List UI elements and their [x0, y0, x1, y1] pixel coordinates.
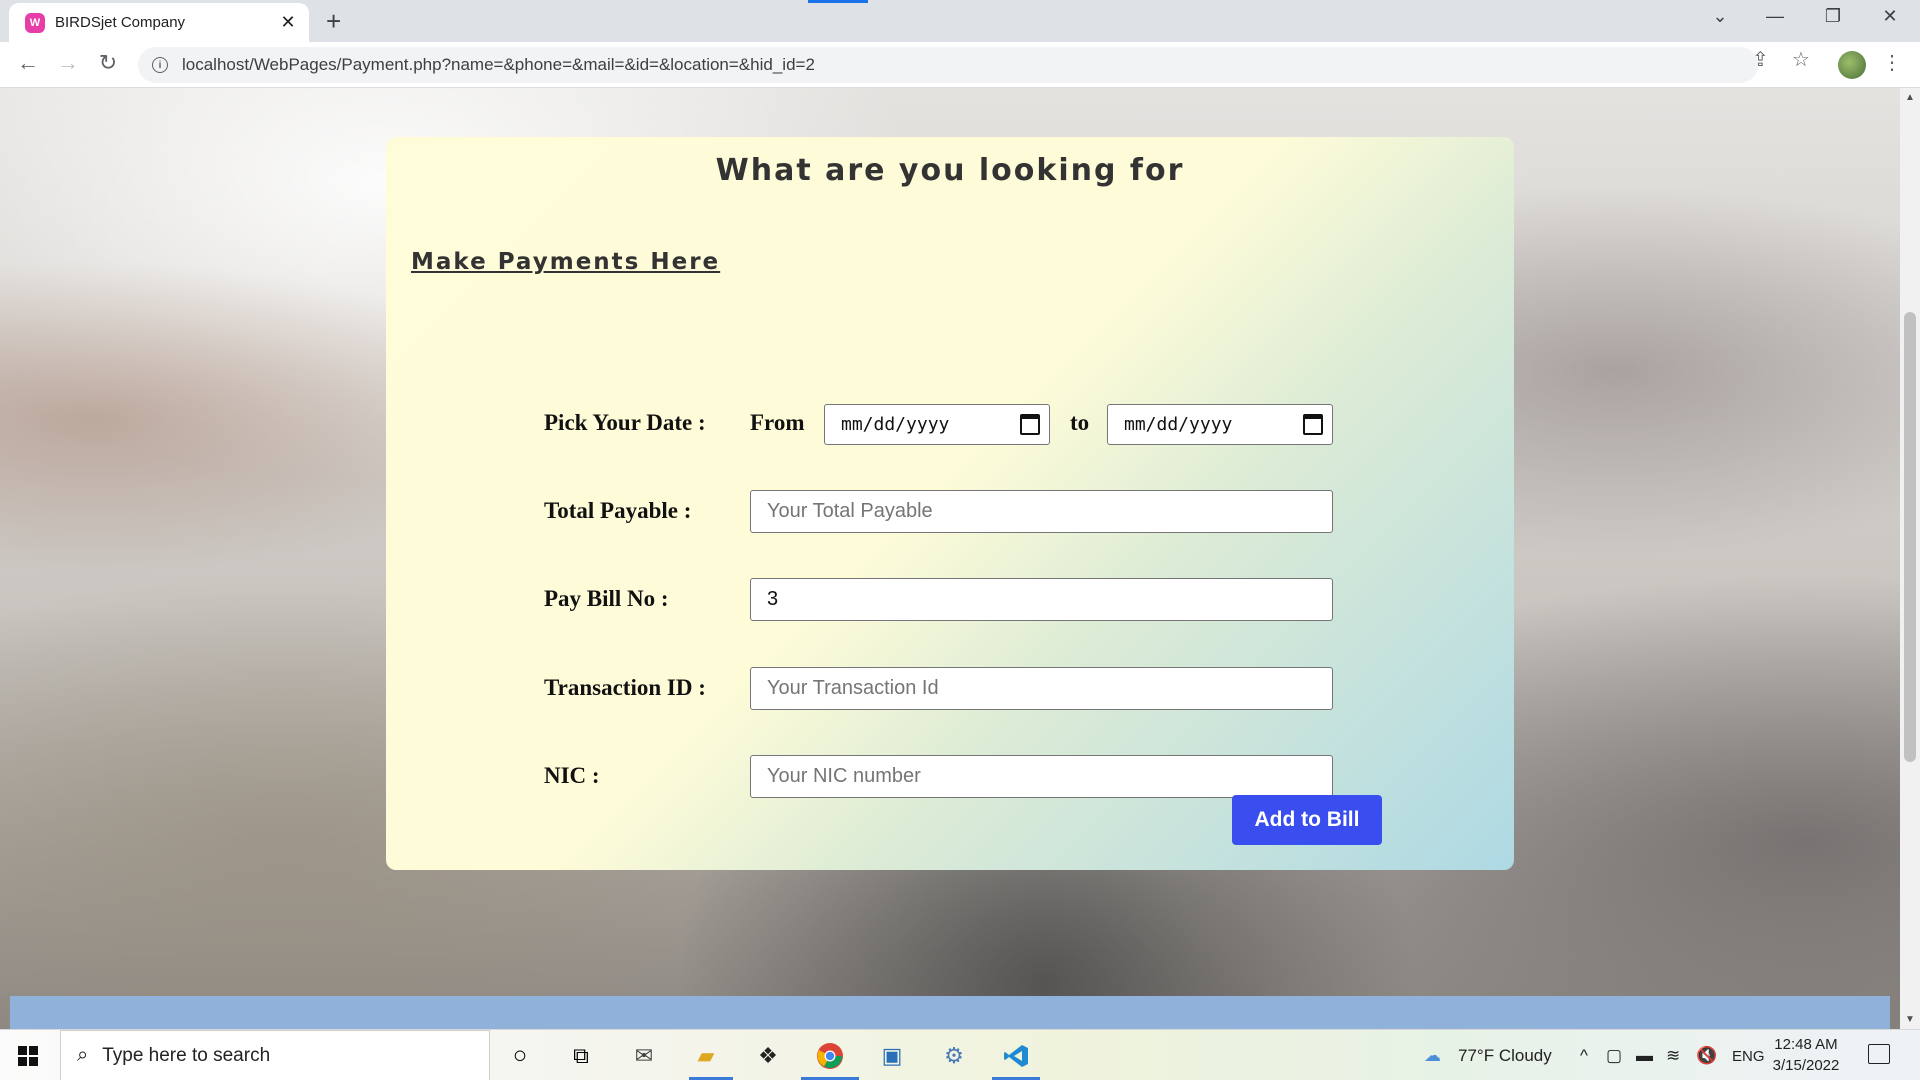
- profile-avatar[interactable]: [1838, 51, 1866, 79]
- pay-bill-label: Pay Bill No :: [544, 586, 669, 611]
- from-label: From: [750, 410, 805, 435]
- weather-text[interactable]: 77°F Cloudy: [1458, 1046, 1552, 1066]
- calendar-icon[interactable]: [1020, 414, 1040, 435]
- volume-muted-icon[interactable]: 🔇: [1696, 1046, 1717, 1066]
- share-icon[interactable]: ⇪: [1752, 47, 1769, 72]
- taskbar-search-placeholder: Type here to search: [102, 1044, 271, 1066]
- transaction-id-label: Transaction ID :: [544, 675, 706, 700]
- forward-arrow-icon[interactable]: →: [52, 50, 84, 76]
- chrome-icon[interactable]: [813, 1040, 847, 1072]
- scroll-thumb[interactable]: [1904, 312, 1916, 762]
- taskbar-search-box[interactable]: ⌕ Type here to search: [60, 1030, 490, 1080]
- browser-tab[interactable]: W BIRDSjet Company ✕: [9, 3, 309, 42]
- calendar-icon[interactable]: [1303, 414, 1323, 435]
- show-hidden-icons-chevron-icon[interactable]: ^: [1580, 1046, 1588, 1066]
- browser-menu-icon[interactable]: ⋮: [1882, 50, 1902, 75]
- windows-start-icon[interactable]: [18, 1046, 38, 1066]
- tab-title: BIRDSjet Company: [55, 14, 186, 31]
- tab-close-icon[interactable]: ✕: [277, 12, 299, 33]
- site-favicon-icon: W: [25, 12, 45, 33]
- taskbar-clock[interactable]: 12:48 AM 3/15/2022: [1766, 1034, 1846, 1076]
- footer-band: [10, 996, 1890, 1029]
- total-payable-placeholder: Your Total Payable: [767, 500, 933, 522]
- date-from-input[interactable]: mm/dd/yyyy: [824, 404, 1050, 445]
- date-to-input[interactable]: mm/dd/yyyy: [1107, 404, 1333, 445]
- clock-date: 3/15/2022: [1772, 1057, 1840, 1074]
- notification-center-icon[interactable]: [1868, 1044, 1890, 1064]
- bookmark-star-icon[interactable]: ☆: [1792, 47, 1810, 72]
- device-icon[interactable]: ▢: [1606, 1046, 1622, 1066]
- page-viewport: What are you looking for Make Payments H…: [0, 88, 1900, 1029]
- weather-cloud-icon[interactable]: ☁: [1424, 1046, 1441, 1066]
- scroll-up-arrow-icon[interactable]: ▲: [1905, 92, 1915, 103]
- minimize-button[interactable]: —: [1755, 6, 1795, 27]
- browser-toolbar: ← → ↻ i localhost/WebPages/Payment.php?n…: [0, 42, 1920, 88]
- loading-indicator: [808, 0, 868, 3]
- task-view-icon[interactable]: ⧉: [564, 1040, 598, 1072]
- nic-placeholder: Your NIC number: [767, 765, 921, 787]
- cortana-icon[interactable]: ○: [503, 1040, 537, 1072]
- clock-time: 12:48 AM: [1774, 1036, 1838, 1053]
- section-title: Make Payments Here: [411, 249, 721, 275]
- vscode-icon[interactable]: [999, 1040, 1033, 1072]
- settings-gear-icon[interactable]: ⚙: [937, 1040, 971, 1072]
- total-payable-input[interactable]: Your Total Payable: [750, 490, 1333, 533]
- restore-button[interactable]: ❐: [1813, 6, 1853, 27]
- to-label: to: [1070, 410, 1090, 435]
- windows-taskbar: ⌕ Type here to search ○ ⧉ ✉ ▰ ❖ ▣ ⚙ ☁ 77…: [0, 1029, 1920, 1080]
- transaction-id-placeholder: Your Transaction Id: [767, 677, 939, 699]
- page-heading: What are you looking for: [715, 153, 1185, 188]
- close-window-button[interactable]: ✕: [1870, 6, 1910, 27]
- date-from-placeholder: mm/dd/yyyy: [841, 414, 950, 435]
- transaction-id-input[interactable]: Your Transaction Id: [750, 667, 1333, 710]
- file-explorer-icon[interactable]: ▰: [689, 1040, 723, 1072]
- mail-icon[interactable]: ✉: [627, 1040, 661, 1072]
- address-bar[interactable]: i localhost/WebPages/Payment.php?name=&p…: [138, 47, 1758, 83]
- scroll-down-arrow-icon[interactable]: ▼: [1905, 1014, 1915, 1025]
- pay-bill-input[interactable]: 3: [750, 578, 1333, 621]
- total-payable-label: Total Payable :: [544, 498, 692, 523]
- new-tab-button[interactable]: +: [326, 6, 341, 37]
- page-scrollbar[interactable]: ▲ ▼: [1900, 88, 1920, 1029]
- add-to-bill-button[interactable]: Add to Bill: [1232, 795, 1382, 845]
- nic-label: NIC :: [544, 763, 600, 788]
- site-info-icon[interactable]: i: [152, 57, 168, 73]
- wifi-icon[interactable]: ≋: [1666, 1046, 1680, 1066]
- search-icon: ⌕: [77, 1044, 89, 1066]
- date-to-placeholder: mm/dd/yyyy: [1124, 414, 1233, 435]
- tab-search-chevron-icon[interactable]: ⌄: [1700, 6, 1740, 27]
- battery-icon[interactable]: ▬: [1636, 1046, 1653, 1066]
- back-arrow-icon[interactable]: ←: [12, 50, 44, 76]
- browser-tabstrip: W BIRDSjet Company ✕ + ⌄ — ❐ ✕: [0, 0, 1920, 42]
- app-icon[interactable]: ▣: [875, 1040, 909, 1072]
- dropbox-icon[interactable]: ❖: [751, 1040, 785, 1072]
- date-label: Pick Your Date :: [544, 410, 706, 435]
- payment-card: What are you looking for Make Payments H…: [386, 137, 1514, 870]
- pay-bill-value: 3: [767, 588, 779, 610]
- reload-icon[interactable]: ↻: [92, 50, 124, 76]
- url-text[interactable]: localhost/WebPages/Payment.php?name=&pho…: [182, 55, 815, 75]
- language-indicator[interactable]: ENG: [1732, 1048, 1765, 1065]
- nic-input[interactable]: Your NIC number: [750, 755, 1333, 798]
